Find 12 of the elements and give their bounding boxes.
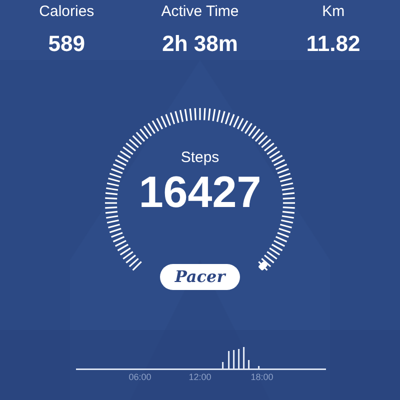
steps-count: 16427: [138, 168, 262, 218]
stat-value: 589: [48, 30, 86, 58]
stat-value: 2h 38m: [162, 30, 238, 58]
stat-value: 11.82: [306, 30, 360, 58]
stat-label: Km: [322, 2, 345, 22]
stat-label: Calories: [39, 2, 94, 22]
time-axis-label: 06:00: [128, 371, 152, 383]
time-axis-label: 12:00: [188, 371, 212, 383]
stat-label: Active Time: [161, 2, 239, 22]
time-axis-label: 18:00: [250, 371, 274, 383]
brand-badge: Pacer: [160, 264, 240, 290]
steps-label: Steps: [180, 148, 220, 168]
